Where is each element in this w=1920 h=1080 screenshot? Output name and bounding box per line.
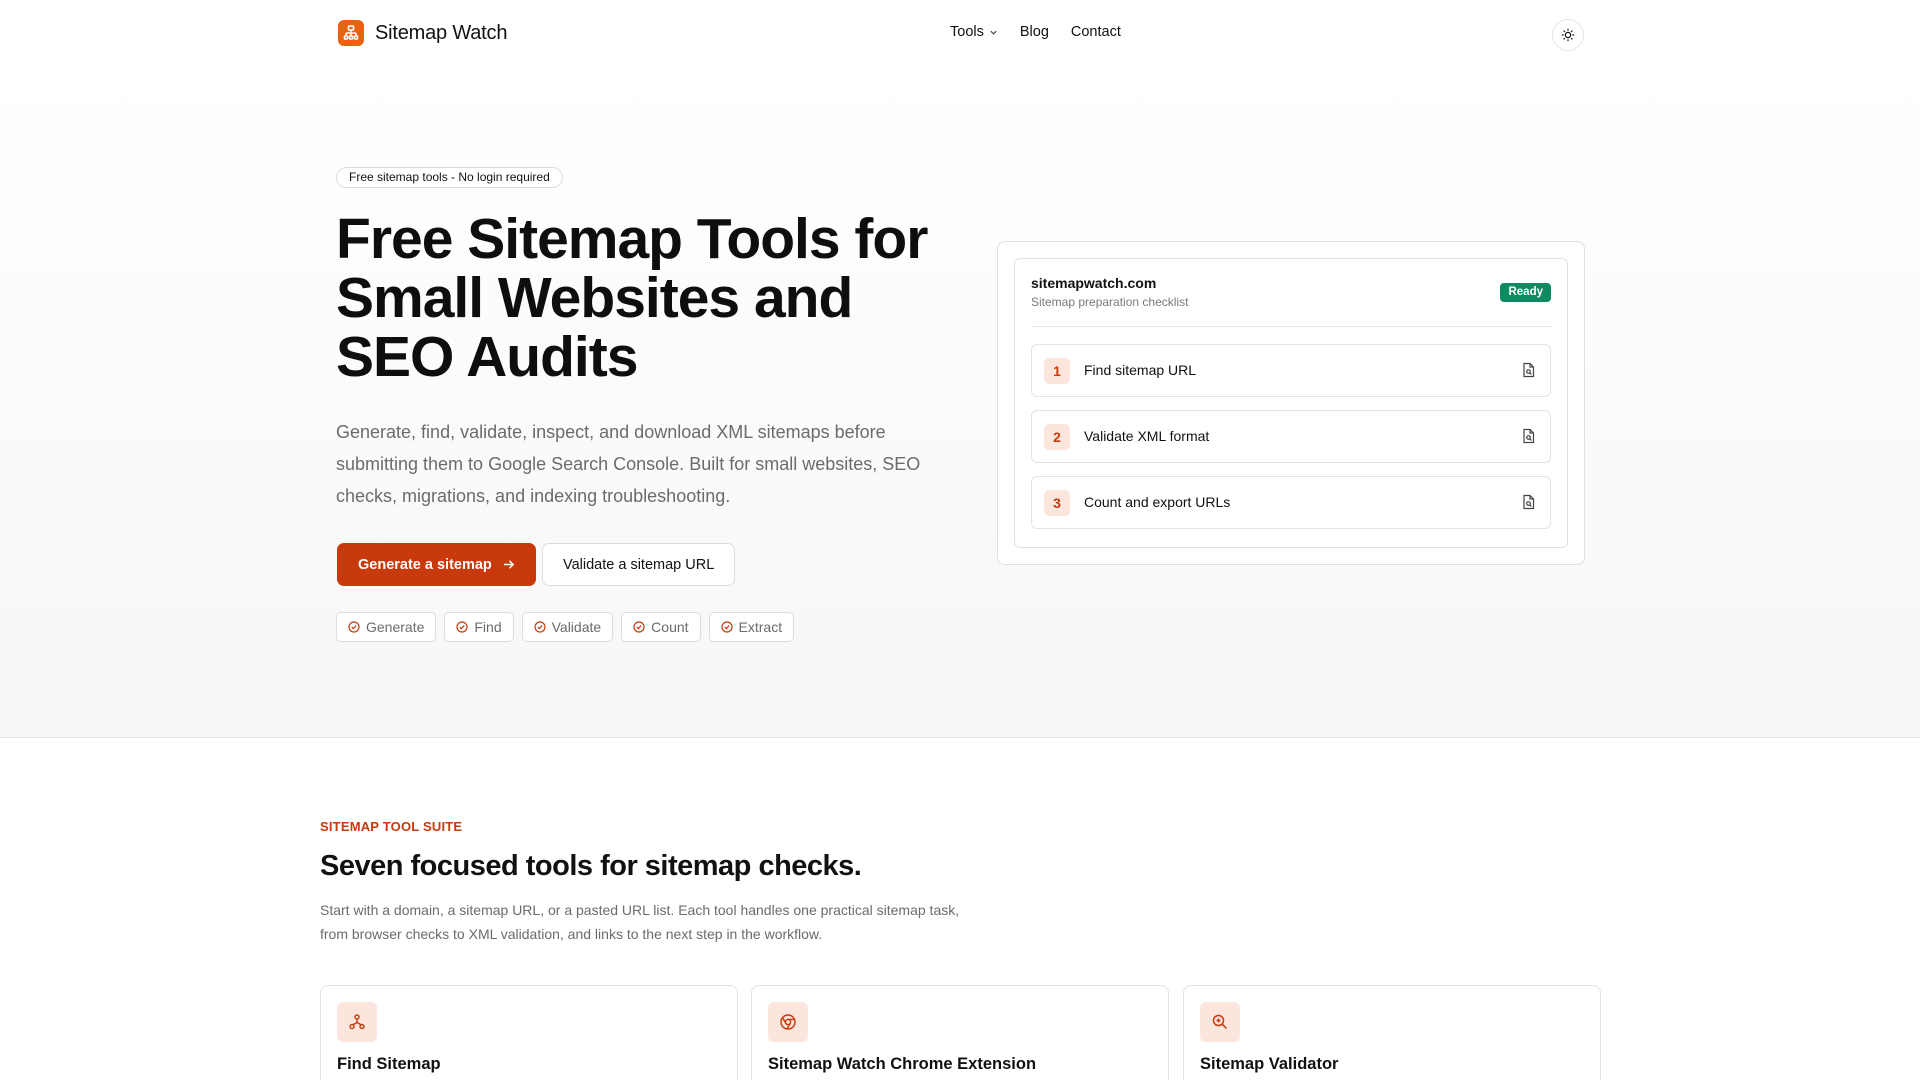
check-circle-icon <box>720 621 733 633</box>
generate-sitemap-button[interactable]: Generate a sitemap <box>337 543 536 586</box>
checklist-step: 2 Validate XML format <box>1031 410 1551 463</box>
check-circle-icon <box>534 621 546 633</box>
sitemap-icon <box>337 1002 377 1042</box>
nav-item-contact[interactable]: Contact <box>1071 24 1121 40</box>
check-circle-icon <box>456 621 468 633</box>
nav-item-label: Tools <box>950 24 984 40</box>
chip-extract: Extract <box>708 612 795 642</box>
section-description: Start with a domain, a sitemap URL, or a… <box>320 902 960 942</box>
status-badge: Ready <box>1500 283 1551 302</box>
chip-label: Generate <box>366 619 425 635</box>
chip-validate: Validate <box>521 612 614 642</box>
hero-title: Free Sitemap Tools for Small Websites an… <box>336 207 928 389</box>
page: Sitemap Watch Tools Blog Contact Free si… <box>0 0 1920 1080</box>
check-circle-icon <box>633 621 645 633</box>
chrome-icon <box>768 1002 808 1042</box>
brand-link[interactable]: Sitemap Watch <box>338 20 507 46</box>
checklist-panel: sitemapwatch.com Sitemap preparation che… <box>1014 258 1568 548</box>
arrow-right-icon <box>503 560 514 569</box>
generate-sitemap-label: Generate a sitemap <box>358 556 492 573</box>
section-eyebrow: SITEMAP TOOL SUITE <box>320 819 463 834</box>
tool-card-sitemap-validator[interactable]: Sitemap Validator <box>1183 985 1601 1080</box>
step-label: Find sitemap URL <box>1084 362 1197 378</box>
file-search-icon <box>1523 362 1535 378</box>
divider <box>1031 326 1551 327</box>
tool-card-find-sitemap[interactable]: Find Sitemap <box>320 985 738 1080</box>
main-nav: Tools Blog Contact <box>950 24 1121 40</box>
chip-label: Validate <box>551 619 602 635</box>
chip-label: Count <box>651 619 689 635</box>
hero-section: Free sitemap tools - No login required F… <box>0 68 1920 738</box>
tool-name: Find Sitemap <box>337 1055 441 1073</box>
file-search-icon <box>1523 428 1535 444</box>
sitemap-logo-icon <box>338 20 364 46</box>
chip-count: Count <box>621 612 701 642</box>
step-label: Validate XML format <box>1084 428 1210 444</box>
chevron-down-icon <box>990 30 997 35</box>
chip-generate: Generate <box>336 612 437 642</box>
feature-chips: Generate Find Validate Count Extract <box>336 612 795 642</box>
brand-name: Sitemap Watch <box>375 21 508 44</box>
step-number: 1 <box>1044 358 1070 384</box>
chip-label: Find <box>474 619 502 635</box>
step-number: 3 <box>1044 490 1070 516</box>
sun-icon <box>1561 28 1575 42</box>
tool-name: Sitemap Watch Chrome Extension <box>768 1055 1037 1073</box>
tool-name: Sitemap Validator <box>1200 1055 1339 1073</box>
nav-item-blog[interactable]: Blog <box>1020 24 1049 40</box>
search-icon <box>1200 1002 1240 1042</box>
step-number: 2 <box>1044 424 1070 450</box>
checklist-step: 1 Find sitemap URL <box>1031 344 1551 397</box>
section-title: Seven focused tools for sitemap checks. <box>320 850 862 882</box>
step-label: Count and export URLs <box>1084 494 1231 510</box>
checklist-card: sitemapwatch.com Sitemap preparation che… <box>997 241 1585 565</box>
checklist-subtitle: Sitemap preparation checklist <box>1031 295 1189 309</box>
theme-toggle-button[interactable] <box>1552 19 1584 51</box>
tool-card-chrome-extension[interactable]: Sitemap Watch Chrome Extension <box>751 985 1169 1080</box>
checklist-domain: sitemapwatch.com <box>1031 275 1157 291</box>
hero-pill: Free sitemap tools - No login required <box>336 167 563 188</box>
chip-label: Extract <box>738 619 783 635</box>
site-header: Sitemap Watch Tools Blog Contact <box>0 0 1920 68</box>
nav-item-tools[interactable]: Tools <box>950 24 998 40</box>
chip-find: Find <box>444 612 514 642</box>
file-search-icon <box>1523 494 1535 510</box>
check-circle-icon <box>348 621 360 633</box>
hero-description: Generate, find, validate, inspect, and d… <box>336 422 921 506</box>
checklist-step: 3 Count and export URLs <box>1031 476 1551 529</box>
validate-sitemap-button[interactable]: Validate a sitemap URL <box>542 543 736 586</box>
